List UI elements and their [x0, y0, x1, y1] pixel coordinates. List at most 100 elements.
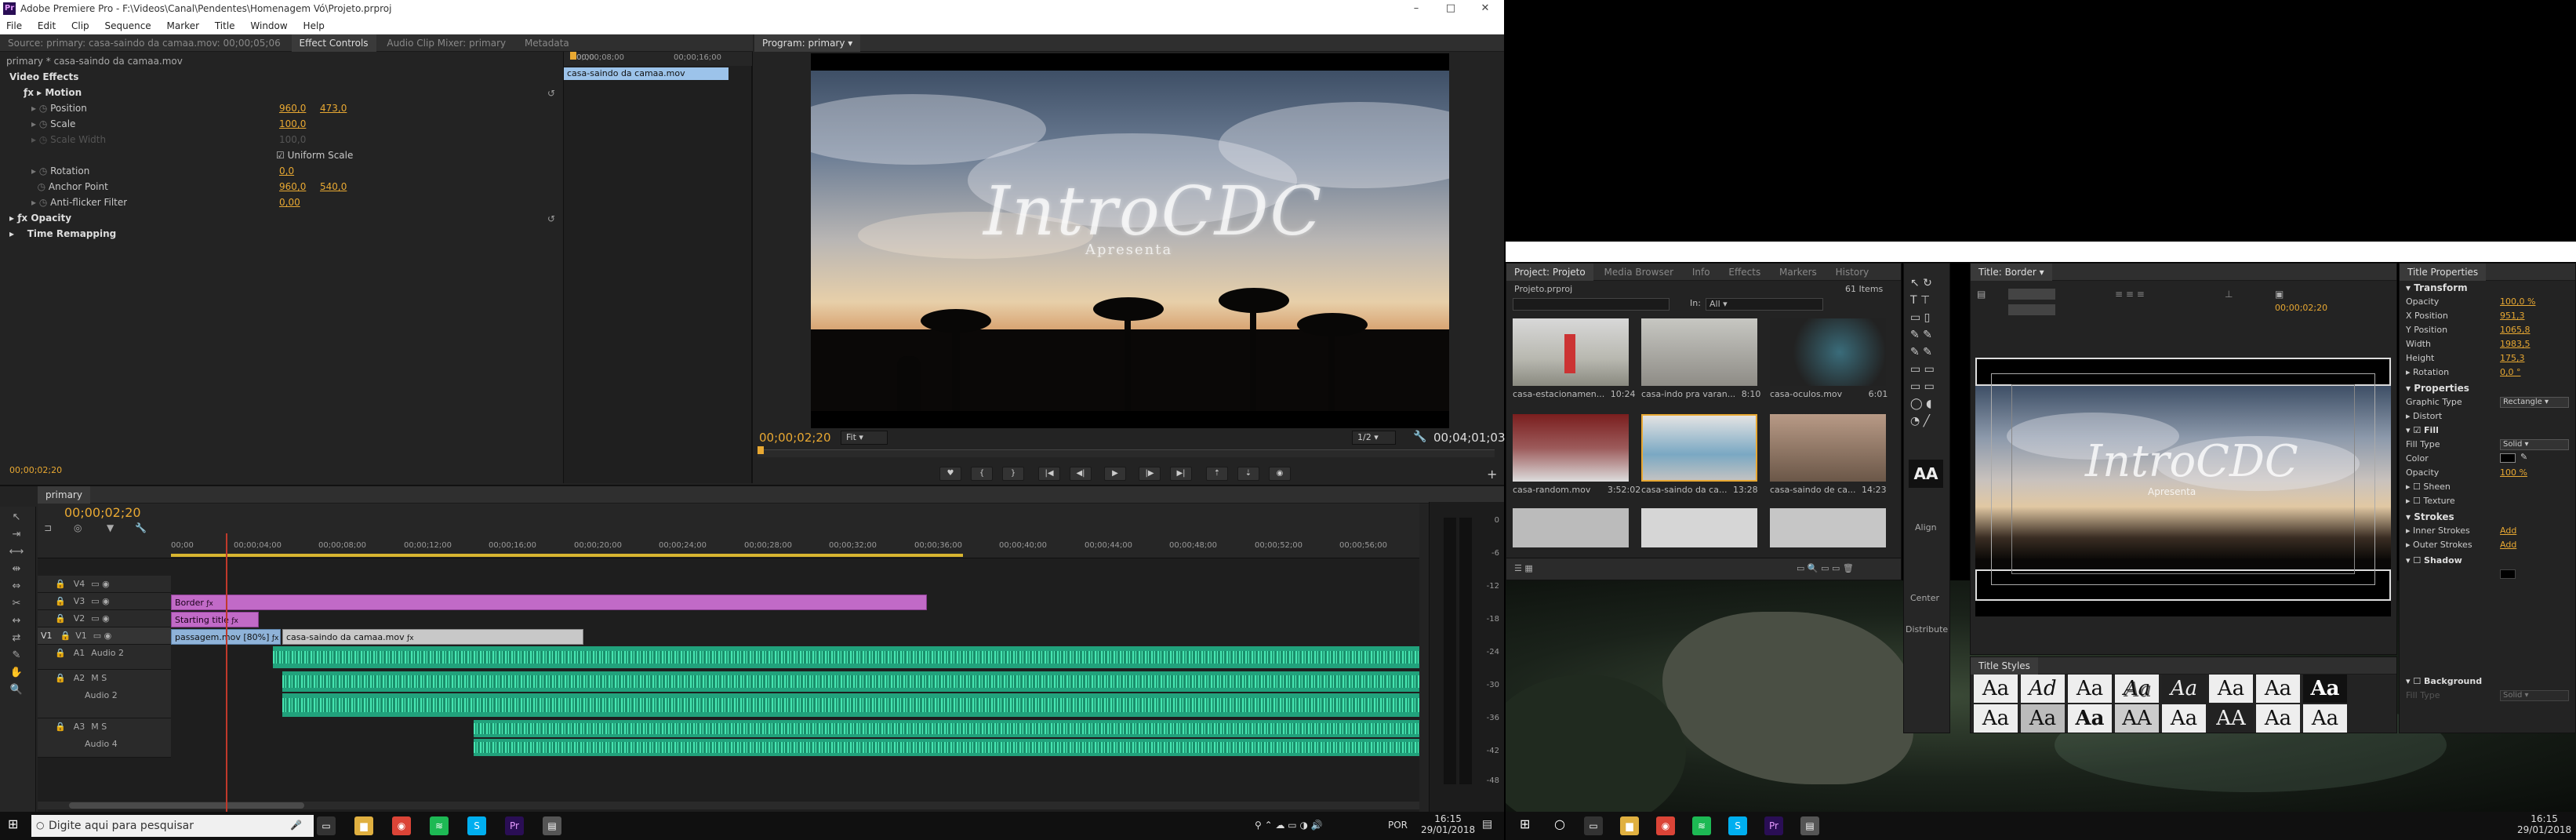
taskbar-search-input[interactable]: Digite aqui para pesquisar: [31, 815, 314, 837]
distort-toggle[interactable]: ▸ Distort: [2406, 411, 2442, 421]
clip-casa-saindo[interactable]: casa-saindo da camaa.mov ƒx: [282, 629, 583, 645]
transform-section[interactable]: ▾ Transform: [2406, 282, 2468, 293]
motion-section[interactable]: ƒx ▸ Motion: [24, 85, 82, 100]
font-style-dropdown[interactable]: [2008, 304, 2055, 315]
title-style-swatch[interactable]: AA: [2115, 704, 2159, 733]
program-current-timecode[interactable]: 00;00;02;20: [759, 431, 831, 445]
scale-value[interactable]: 100,0: [279, 116, 306, 132]
opacity-section[interactable]: ▸ ƒx Opacity: [9, 210, 71, 226]
anchor-x-value[interactable]: 960,0: [279, 179, 306, 195]
sequence-timecode[interactable]: 00;00;02;20: [64, 505, 141, 520]
spotify-icon[interactable]: ≋: [430, 816, 449, 835]
show-video-icon[interactable]: ▣: [2275, 289, 2284, 300]
ripple-edit-tool-icon[interactable]: ⟷: [8, 546, 25, 560]
timeline-ruler[interactable]: 00;00 00;00;04;00 00;00;08;00 00;00;12;0…: [171, 504, 1426, 558]
menu-edit[interactable]: Edit: [38, 20, 56, 31]
hand-tool-icon[interactable]: ✋: [8, 667, 25, 681]
graphic-type-dropdown[interactable]: Rectangle ▾: [2500, 397, 2569, 408]
fill-color-swatch[interactable]: [2500, 453, 2516, 463]
anti-flicker-value[interactable]: 0,00: [279, 195, 300, 210]
title-style-swatch[interactable]: Aa: [2068, 675, 2112, 703]
audio-clip-a1[interactable]: [273, 646, 1419, 668]
step-forward-button[interactable]: |▶: [1139, 467, 1161, 481]
prop-x-position-value[interactable]: 951,3: [2500, 311, 2525, 321]
shadow-section[interactable]: ▾ ☐ Shadow: [2406, 555, 2462, 565]
menu-clip[interactable]: Clip: [71, 20, 89, 31]
title-timecode[interactable]: 00;00;02;20: [2275, 303, 2327, 313]
cortana-icon[interactable]: ○: [1554, 816, 1565, 831]
file-explorer-icon[interactable]: ▆: [1620, 816, 1639, 835]
step-back-button[interactable]: ◀|: [1070, 467, 1092, 481]
language-indicator[interactable]: POR: [1388, 820, 1408, 831]
slip-tool-icon[interactable]: ↔: [8, 615, 25, 629]
microphone-icon[interactable]: 🎤: [290, 820, 302, 831]
title-preview-icon[interactable]: AA: [1909, 460, 1943, 488]
ec-clip-bar[interactable]: casa-saindo da camaa.mov: [564, 67, 728, 80]
in-filter-dropdown[interactable]: All ▾: [1706, 298, 1823, 311]
project-item-thumb[interactable]: [1513, 414, 1629, 482]
prop-y-position-value[interactable]: 1065,8: [2500, 325, 2531, 335]
tab-title-properties[interactable]: Title Properties: [2400, 264, 2487, 281]
outer-strokes-add[interactable]: Add: [2500, 540, 2516, 550]
close-button[interactable]: ✕: [1468, 0, 1502, 17]
zoom-tool-icon[interactable]: 🔍: [8, 684, 25, 698]
text-align-icons[interactable]: ≡ ≡ ≡: [2115, 289, 2145, 300]
project-item-thumb[interactable]: [1513, 318, 1629, 386]
premiere-taskbar-icon[interactable]: Pr: [505, 816, 524, 835]
skype-icon[interactable]: S: [1728, 816, 1747, 835]
reset-motion-icon[interactable]: ↺: [547, 88, 555, 99]
prop-rotation-value[interactable]: 0,0 °: [2500, 367, 2521, 377]
title-style-swatch[interactable]: Aa: [2162, 704, 2206, 733]
title-style-swatch[interactable]: Aa: [2209, 675, 2253, 703]
tab-effect-controls[interactable]: Effect Controls: [291, 35, 376, 52]
menu-marker[interactable]: Marker: [167, 20, 199, 31]
title-style-swatch[interactable]: Aa: [2115, 675, 2159, 703]
title-style-swatch[interactable]: Aa: [2256, 704, 2300, 733]
audio-clip-a3-l[interactable]: [474, 720, 1419, 737]
file-explorer-icon[interactable]: ▆: [354, 816, 373, 835]
maximize-button[interactable]: □: [1433, 0, 1468, 17]
font-family-dropdown[interactable]: [2008, 289, 2055, 300]
extract-button[interactable]: ⇣: [1237, 467, 1259, 481]
selection-tool-icon[interactable]: ↖: [8, 511, 25, 525]
chrome-icon[interactable]: ◉: [392, 816, 411, 835]
snap-icon[interactable]: ⊐: [44, 522, 52, 533]
tab-markers[interactable]: Markers: [1771, 264, 1825, 281]
title-style-swatch[interactable]: Aa: [2162, 675, 2206, 703]
tab-audio-clip-mixer[interactable]: Audio Clip Mixer: primary: [379, 35, 514, 52]
title-style-swatch[interactable]: Aa: [2068, 704, 2112, 733]
audio-clip-a3-r[interactable]: [474, 739, 1419, 756]
menu-window[interactable]: Window: [250, 20, 287, 31]
tab-media-browser[interactable]: Media Browser: [1597, 264, 1681, 281]
linked-selection-icon[interactable]: ◎: [74, 522, 82, 533]
play-button[interactable]: ▶: [1104, 467, 1126, 481]
add-marker-icon[interactable]: ▼: [107, 522, 114, 533]
audio-clip-a2-l[interactable]: [282, 671, 1419, 692]
go-to-out-button[interactable]: ▶|: [1170, 467, 1192, 481]
prop-height-value[interactable]: 175,3: [2500, 353, 2525, 363]
premiere-taskbar-icon[interactable]: Pr: [1764, 816, 1783, 835]
anchor-y-value[interactable]: 540,0: [320, 179, 347, 195]
timeline-settings-icon[interactable]: 🔧: [135, 522, 147, 533]
background-section[interactable]: ▾ ☐ Background: [2406, 676, 2482, 686]
list-view-icon[interactable]: ☰ ▦: [1514, 563, 1533, 573]
position-x-value[interactable]: 960,0: [279, 100, 306, 116]
title-style-swatch[interactable]: Aa: [2021, 704, 2065, 733]
ec-playhead[interactable]: [570, 52, 576, 60]
tab-title-styles[interactable]: Title Styles: [1971, 657, 2038, 675]
project-item-thumb-selected[interactable]: [1641, 414, 1757, 482]
title-style-swatch[interactable]: Aa: [2256, 675, 2300, 703]
project-item-thumb[interactable]: [1770, 318, 1886, 386]
mark-in-button[interactable]: {: [971, 467, 993, 481]
prop-opacity-value[interactable]: 100,0 %: [2500, 296, 2535, 307]
tab-stops-icon[interactable]: ⊥: [2225, 289, 2233, 300]
reset-opacity-icon[interactable]: ↺: [547, 213, 555, 224]
title-style-swatch[interactable]: Aa: [2303, 675, 2347, 703]
notifications-icon[interactable]: ▤: [1482, 818, 1492, 831]
taskbar-clock[interactable]: 16:15 29/01/2018: [1421, 813, 1475, 835]
menu-sequence[interactable]: Sequence: [105, 20, 151, 31]
tab-metadata[interactable]: Metadata: [517, 35, 577, 52]
track-select-tool-icon[interactable]: ⇥: [8, 529, 25, 543]
title-tool-grid[interactable]: ↖ ↻ T ⊤ ▭ ▯ ✎ ✎ ✎ ✎ ▭ ▭ ▭ ▭ ◯ ◖ ◔ ╱: [1910, 275, 1935, 430]
title-style-swatch[interactable]: Aa: [2303, 704, 2347, 733]
